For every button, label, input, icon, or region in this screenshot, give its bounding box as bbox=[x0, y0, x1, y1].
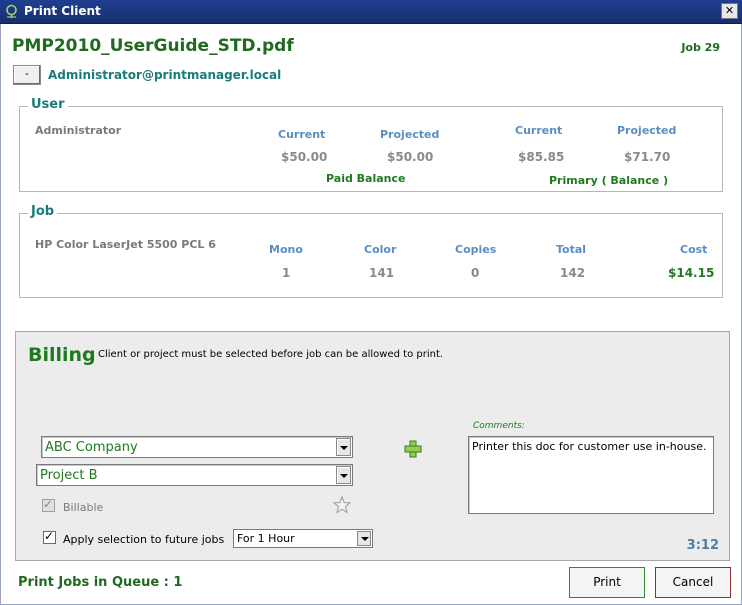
app-icon bbox=[6, 4, 17, 18]
total-header: Total bbox=[556, 243, 587, 256]
billing-title: Billing bbox=[28, 344, 96, 366]
star-icon[interactable] bbox=[333, 496, 351, 514]
copies-value: 0 bbox=[471, 266, 480, 280]
copies-header: Copies bbox=[455, 243, 497, 256]
job-group: Job HP Color LaserJet 5500 PCL 6 Mono Co… bbox=[19, 204, 723, 298]
duration-select[interactable]: For 1 Hour bbox=[233, 529, 373, 548]
color-header: Color bbox=[364, 243, 397, 256]
primary-current-value: $85.85 bbox=[518, 150, 565, 164]
collapse-button[interactable]: - bbox=[13, 65, 41, 85]
total-value: 142 bbox=[560, 266, 586, 280]
comments-textarea[interactable]: Printer this doc for customer use in-hou… bbox=[468, 436, 714, 514]
primary-current-label: Current bbox=[515, 124, 563, 137]
job-number: Job 29 bbox=[681, 41, 720, 54]
paid-current-value: $50.00 bbox=[281, 150, 328, 164]
comments-label: Comments: bbox=[473, 421, 525, 431]
primary-projected-label: Projected bbox=[617, 124, 677, 137]
print-button[interactable]: Print bbox=[569, 567, 645, 598]
user-email: Administrator@printmanager.local bbox=[48, 68, 282, 82]
chevron-down-icon[interactable] bbox=[357, 531, 371, 546]
check-icon: ✓ bbox=[43, 497, 54, 511]
job-group-legend: Job bbox=[28, 204, 58, 219]
paid-projected-label: Projected bbox=[380, 128, 440, 141]
cancel-button[interactable]: Cancel bbox=[655, 567, 731, 598]
chevron-down-icon[interactable] bbox=[336, 438, 351, 456]
window-title: Print Client bbox=[24, 4, 101, 18]
duration-select-value: For 1 Hour bbox=[237, 532, 295, 545]
title-bar[interactable]: Print Client ✕ bbox=[0, 0, 742, 24]
mono-header: Mono bbox=[269, 243, 303, 256]
cost-header: Cost bbox=[680, 243, 708, 256]
billing-panel: Billing Client or project must be select… bbox=[15, 331, 730, 561]
paid-current-label: Current bbox=[278, 128, 326, 141]
countdown-timer: 3:12 bbox=[686, 538, 719, 553]
chevron-down-icon[interactable] bbox=[336, 466, 351, 484]
printer-name: HP Color LaserJet 5500 PCL 6 bbox=[35, 238, 216, 251]
apply-future-label: Apply selection to future jobs bbox=[63, 533, 225, 546]
primary-projected-value: $71.70 bbox=[624, 150, 671, 164]
print-queue-status: Print Jobs in Queue : 1 bbox=[18, 575, 183, 590]
document-filename: PMP2010_UserGuide_STD.pdf bbox=[12, 36, 294, 56]
add-icon[interactable] bbox=[404, 440, 422, 458]
billable-label: Billable bbox=[63, 501, 104, 514]
client-select[interactable]: ABC Company bbox=[41, 436, 353, 458]
close-icon: ✕ bbox=[724, 4, 735, 17]
client-select-value: ABC Company bbox=[45, 440, 138, 455]
billing-message: Client or project must be selected befor… bbox=[98, 349, 444, 360]
billable-checkbox[interactable]: ✓ bbox=[42, 497, 55, 512]
user-group: User Administrator Current Projected $50… bbox=[19, 97, 723, 192]
close-button[interactable]: ✕ bbox=[721, 3, 738, 19]
apply-future-checkbox[interactable]: ✓ bbox=[43, 529, 56, 544]
color-value: 141 bbox=[369, 266, 395, 280]
project-select[interactable]: Project B bbox=[36, 464, 353, 486]
cost-value: $14.15 bbox=[668, 266, 715, 280]
project-select-value: Project B bbox=[40, 468, 98, 483]
mono-value: 1 bbox=[282, 266, 291, 280]
paid-projected-value: $50.00 bbox=[387, 150, 434, 164]
paid-balance-caption: Paid Balance bbox=[326, 172, 406, 185]
primary-balance-caption: Primary ( Balance ) bbox=[549, 174, 669, 187]
check-icon: ✓ bbox=[44, 529, 55, 543]
user-name: Administrator bbox=[35, 124, 122, 137]
user-group-legend: User bbox=[28, 97, 68, 112]
